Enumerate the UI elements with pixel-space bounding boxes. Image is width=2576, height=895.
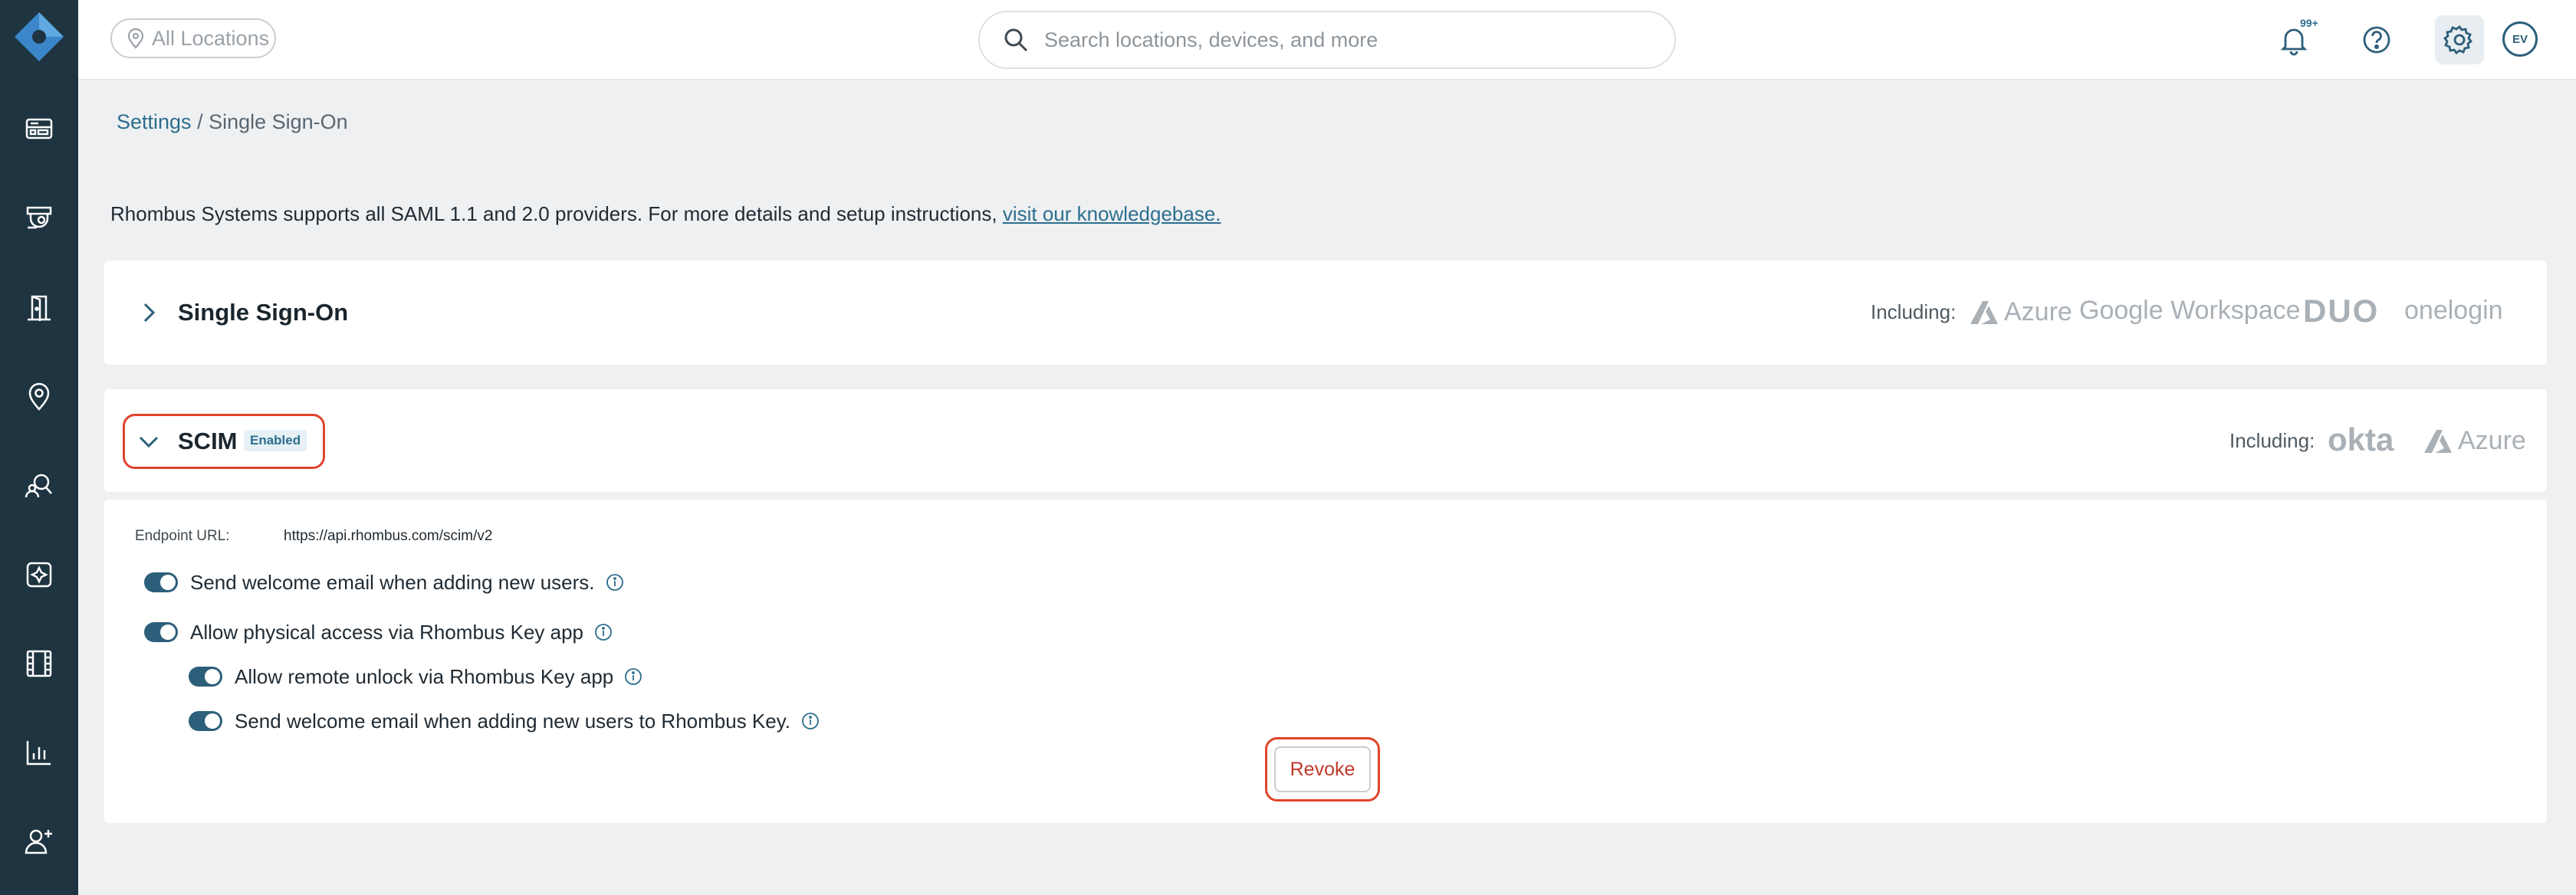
brand-google-workspace: Google Workspace <box>2079 296 2301 325</box>
top-header: All Locations 99+ EV <box>78 0 2576 80</box>
welcome-email-label: Send welcome email when adding new users… <box>190 570 595 594</box>
notifications-button[interactable]: 99+ <box>2269 15 2320 64</box>
breadcrumb: Settings / Single Sign-On <box>117 110 348 134</box>
physical-access-toggle[interactable] <box>144 622 178 642</box>
settings-button[interactable] <box>2435 15 2484 64</box>
gear-icon <box>2443 25 2472 54</box>
sso-card[interactable]: Single Sign-On Including: Azure Google W… <box>104 261 2547 365</box>
scim-status-badge: Enabled <box>244 430 307 451</box>
location-filter-label: All Locations <box>152 26 270 50</box>
search-icon <box>1004 28 1028 52</box>
nav-reports-icon[interactable] <box>21 734 58 771</box>
help-button[interactable] <box>2352 15 2401 64</box>
brand-azure-scim: Azure <box>2423 426 2526 456</box>
toggle-row-welcome-email: Send welcome email when adding new users… <box>144 567 624 598</box>
location-pin-icon <box>127 28 144 49</box>
info-icon[interactable] <box>801 712 820 730</box>
scim-card-header[interactable]: SCIM Including: okta Azure <box>104 389 2547 492</box>
endpoint-url-value: https://api.rhombus.com/scim/v2 <box>284 528 493 544</box>
location-filter-button[interactable]: All Locations <box>110 18 276 58</box>
azure-logo-icon <box>2424 429 2452 453</box>
search-input[interactable] <box>1044 28 1627 52</box>
key-welcome-email-toggle[interactable] <box>189 711 222 731</box>
scim-including-label: Including: <box>2229 429 2315 452</box>
intro-text: Rhombus Systems supports all SAML 1.1 an… <box>110 202 1003 225</box>
nav-door-icon[interactable] <box>21 290 58 326</box>
nav-video-wall-icon[interactable] <box>21 645 58 682</box>
notification-count-badge: 99+ <box>2298 17 2320 29</box>
brand-okta: okta <box>2328 421 2394 457</box>
revoke-button[interactable]: Revoke <box>1274 746 1371 792</box>
user-avatar[interactable]: EV <box>2502 21 2538 57</box>
saml-support-text: Rhombus Systems supports all SAML 1.1 an… <box>110 202 1221 226</box>
nav-dashboard-icon[interactable] <box>21 110 58 147</box>
chevron-right-icon[interactable] <box>136 300 161 325</box>
nav-camera-icon[interactable] <box>21 199 58 236</box>
toggle-row-remote-unlock: Allow remote unlock via Rhombus Key app <box>189 661 642 692</box>
sso-including-label: Including: <box>1871 300 1957 323</box>
sidebar <box>0 0 78 895</box>
remote-unlock-label: Allow remote unlock via Rhombus Key app <box>235 664 614 688</box>
breadcrumb-separator: / <box>191 110 209 133</box>
welcome-email-toggle[interactable] <box>144 572 178 592</box>
help-icon <box>2363 26 2390 54</box>
rhombus-logo-icon[interactable] <box>13 11 65 63</box>
breadcrumb-current: Single Sign-On <box>209 110 348 133</box>
endpoint-url-label: Endpoint URL: <box>135 528 230 544</box>
info-icon[interactable] <box>594 623 613 641</box>
info-icon[interactable] <box>624 667 642 686</box>
info-icon[interactable] <box>606 573 624 592</box>
knowledgebase-link[interactable]: visit our knowledgebase. <box>1003 202 1221 225</box>
remote-unlock-toggle[interactable] <box>189 667 222 687</box>
physical-access-label: Allow physical access via Rhombus Key ap… <box>190 620 584 644</box>
brand-onelogin: onelogin <box>2404 296 2503 325</box>
brand-azure: Azure <box>1969 297 2072 327</box>
sso-title: Single Sign-On <box>178 299 349 326</box>
search-bar[interactable] <box>978 11 1676 69</box>
azure-logo-icon <box>1970 300 1998 324</box>
nav-people-search-icon[interactable] <box>21 467 58 504</box>
toggle-row-physical-access: Allow physical access via Rhombus Key ap… <box>144 617 613 647</box>
nav-locations-icon[interactable] <box>21 379 58 415</box>
nav-add-user-icon[interactable] <box>21 823 58 860</box>
nav-integrations-icon[interactable] <box>21 556 58 593</box>
brand-duo: DUO <box>2303 293 2380 329</box>
toggle-row-key-welcome-email: Send welcome email when adding new users… <box>189 706 820 736</box>
breadcrumb-settings-link[interactable]: Settings <box>117 110 192 133</box>
key-welcome-email-label: Send welcome email when adding new users… <box>235 709 791 733</box>
